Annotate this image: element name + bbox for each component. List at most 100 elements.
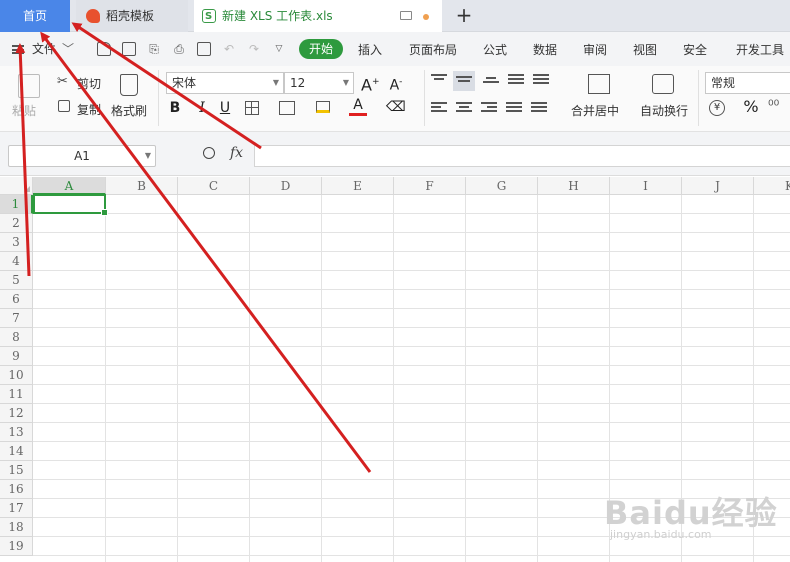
menu-security[interactable]: 安全 [683,40,707,60]
align-top-icon[interactable] [431,74,447,88]
indent-decrease-icon[interactable] [508,74,524,88]
column-header[interactable]: F [394,177,466,195]
open-icon[interactable] [97,42,111,56]
tab-home[interactable]: 首页 [0,0,70,32]
row-header[interactable]: 8 [0,328,33,347]
print-preview-icon[interactable] [197,42,211,56]
export-icon[interactable]: ⎘ [147,42,161,56]
thousands-icon[interactable]: ⁰⁰ [768,98,779,114]
format-painter-button[interactable]: 格式刷 [111,102,147,119]
column-header[interactable]: K [754,177,790,195]
currency-icon[interactable]: ¥ [709,100,725,116]
row-header[interactable]: 1 [0,195,33,214]
menu-data[interactable]: 数据 [533,40,557,60]
fx-icon[interactable]: fx [230,145,243,161]
grid-hline [33,365,790,366]
grid-hline [33,289,790,290]
select-all-corner[interactable] [0,177,33,195]
row-header[interactable]: 11 [0,385,33,404]
indent-increase-icon[interactable] [533,74,549,88]
ribbon-divider [698,70,699,126]
menu-view[interactable]: 视图 [633,40,657,60]
formula-input[interactable] [254,145,790,167]
row-header[interactable]: 14 [0,442,33,461]
number-format-select[interactable]: 常规 [705,72,790,94]
new-tab-button[interactable]: + [452,0,476,32]
column-header[interactable]: D [250,177,322,195]
tab-docer-templates[interactable]: 稻壳模板 [76,0,188,32]
italic-button[interactable]: I [193,99,211,117]
align-right-icon[interactable] [481,102,497,116]
row-header[interactable]: 6 [0,290,33,309]
column-header[interactable]: E [322,177,394,195]
name-box[interactable]: A1 ▼ [8,145,156,167]
column-header[interactable]: A [33,177,106,195]
row-header[interactable]: 16 [0,480,33,499]
row-header[interactable]: 10 [0,366,33,385]
underline-button[interactable]: U [216,99,234,117]
fill-color-icon[interactable] [316,101,330,113]
align-left-icon[interactable] [431,102,447,116]
align-middle-icon[interactable] [453,71,475,91]
cut-button[interactable]: 剪切 [77,75,101,92]
percent-button[interactable]: % [742,98,760,116]
copy-button[interactable]: 复制 [77,101,101,118]
menu-bar: 文件 ﹀ ⎘ ⎙ ↶ ↷ ▽ 开始 插入 页面布局 公式 数据 审阅 视图 安全 … [0,32,790,66]
row-header[interactable]: 9 [0,347,33,366]
file-menu[interactable]: 文件 ﹀ [12,40,74,58]
active-cell-a1[interactable] [33,194,108,216]
menu-developer[interactable]: 开发工具 [736,40,784,60]
font-size-select[interactable]: 12 ▼ [284,72,354,94]
align-center-icon[interactable] [456,102,472,116]
row-header[interactable]: 3 [0,233,33,252]
save-icon[interactable] [122,42,136,56]
tab-document[interactable]: 新建 XLS 工作表.xls [194,0,442,33]
menu-review[interactable]: 审阅 [583,40,607,60]
row-header[interactable]: 4 [0,252,33,271]
grid-hline [33,403,790,404]
row-header[interactable]: 5 [0,271,33,290]
undo-icon[interactable]: ↶ [222,42,236,56]
merge-center-button[interactable]: 合并居中 [571,102,619,119]
row-header[interactable]: 19 [0,537,33,556]
increase-font-icon[interactable]: A+ [361,73,380,94]
monitor-icon[interactable] [400,11,412,20]
distributed-icon[interactable] [531,102,547,116]
font-name-select[interactable]: 宋体 ▼ [166,72,284,94]
paste-label[interactable]: 粘贴 [12,102,36,119]
menu-formulas[interactable]: 公式 [483,40,507,60]
cell-style-icon[interactable] [279,101,295,115]
row-header[interactable]: 17 [0,499,33,518]
wrap-text-button[interactable]: 自动换行 [640,102,688,119]
row-header[interactable]: 18 [0,518,33,537]
redo-icon[interactable]: ↷ [247,42,261,56]
borders-icon[interactable] [245,101,259,115]
print-icon[interactable]: ⎙ [172,42,186,56]
row-header[interactable]: 2 [0,214,33,233]
paste-icon[interactable] [18,74,40,98]
align-bottom-icon[interactable] [483,77,499,91]
row-header[interactable]: 12 [0,404,33,423]
column-header[interactable]: G [466,177,538,195]
menu-start[interactable]: 开始 [299,39,344,59]
row-header[interactable]: 13 [0,423,33,442]
column-header[interactable]: C [178,177,250,195]
column-header[interactable]: I [610,177,682,195]
bold-button[interactable]: B [166,99,184,117]
column-header[interactable]: J [682,177,754,195]
row-header[interactable]: 15 [0,461,33,480]
menu-insert[interactable]: 插入 [358,40,382,60]
decrease-font-icon[interactable]: A- [387,73,405,94]
font-color-icon[interactable]: A [349,96,367,116]
grid-hline [33,555,790,556]
grid-hline [33,251,790,252]
customize-icon[interactable]: ▽ [272,42,286,56]
menu-page-layout[interactable]: 页面布局 [409,40,457,60]
column-header[interactable]: H [538,177,610,195]
row-header[interactable]: 7 [0,309,33,328]
zoom-icon[interactable] [203,147,215,159]
justify-icon[interactable] [506,102,522,116]
eraser-icon[interactable]: ⌫ [386,98,406,116]
tab-document-label: 新建 XLS 工作表.xls [222,9,333,23]
column-header[interactable]: B [106,177,178,195]
